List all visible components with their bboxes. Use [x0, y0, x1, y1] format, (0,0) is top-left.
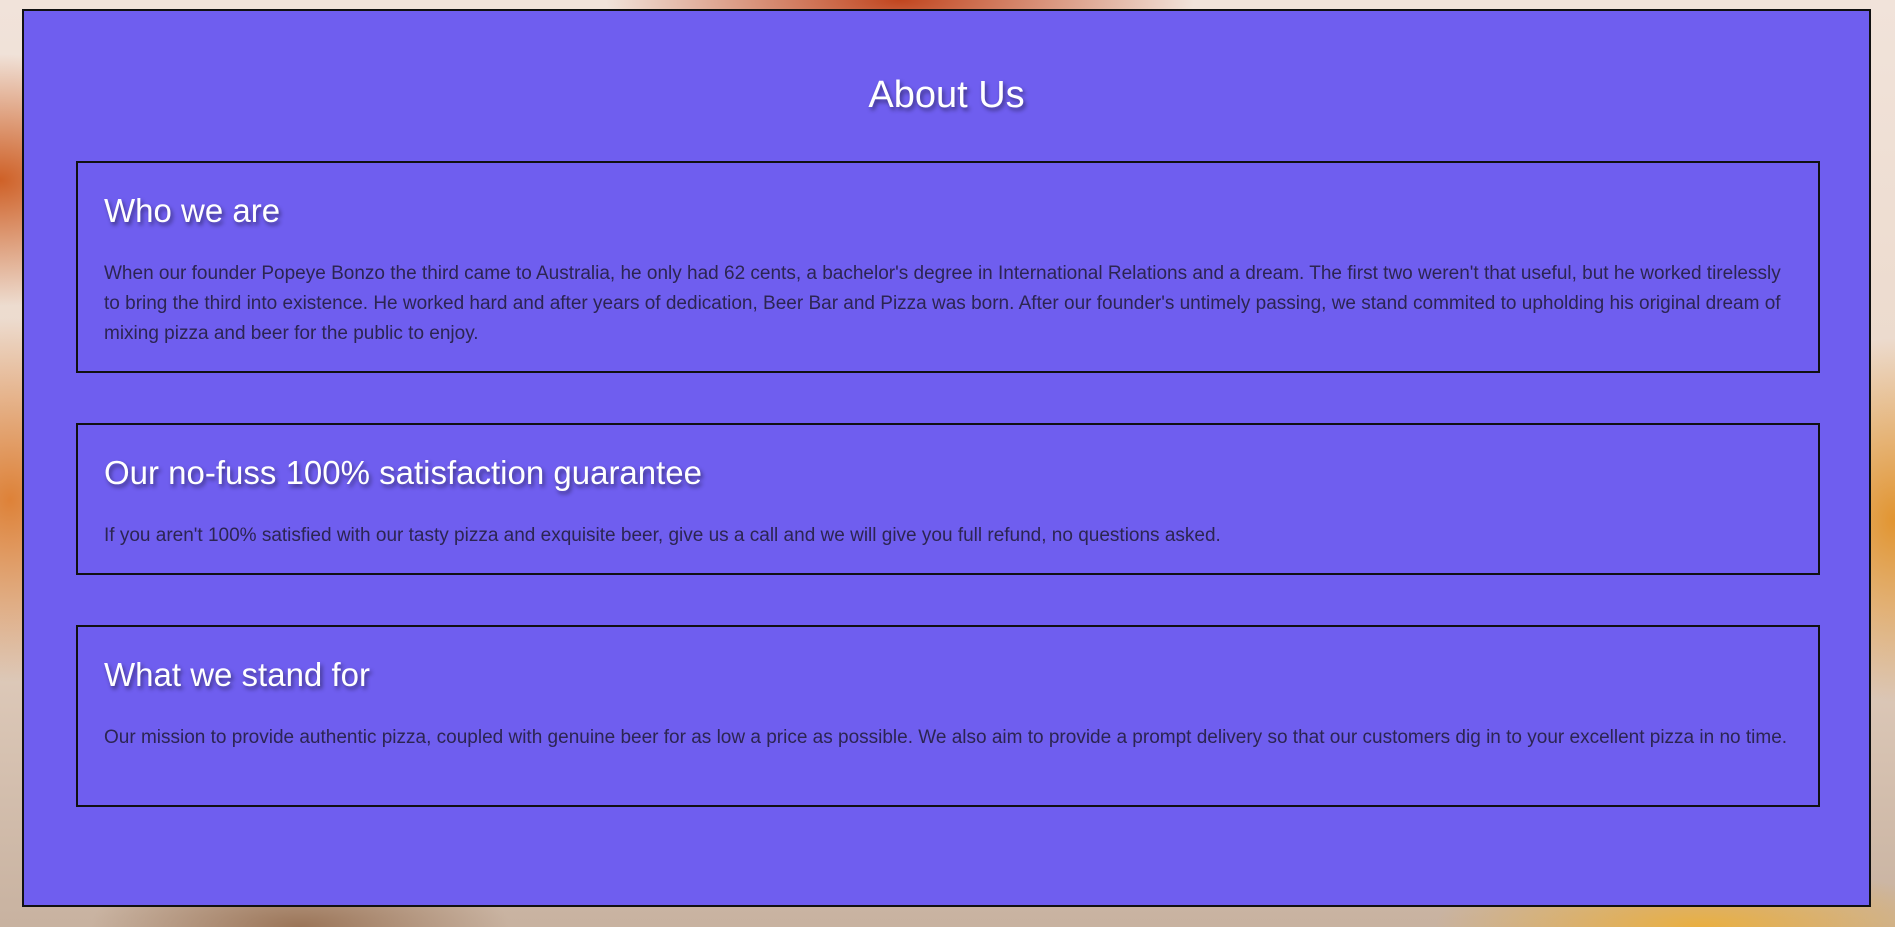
section-heading: What we stand for [104, 656, 370, 693]
section-text: If you aren't 100% satisfied with our ta… [104, 525, 1221, 546]
section-text: When our founder Popeye Bonzo the third … [104, 263, 1781, 344]
about-us-panel: About Us Who we are When our founder Pop… [22, 9, 1871, 907]
section-what-we-stand-for: What we stand for Our mission to provide… [76, 625, 1820, 807]
section-satisfaction-guarantee: Our no-fuss 100% satisfaction guarantee … [76, 423, 1820, 575]
page-title: About Us [868, 74, 1025, 116]
section-heading: Our no-fuss 100% satisfaction guarantee [104, 454, 703, 491]
section-heading: Who we are [104, 192, 281, 229]
section-who-we-are: Who we are When our founder Popeye Bonzo… [76, 161, 1820, 373]
section-text: Our mission to provide authentic pizza, … [104, 727, 1788, 748]
